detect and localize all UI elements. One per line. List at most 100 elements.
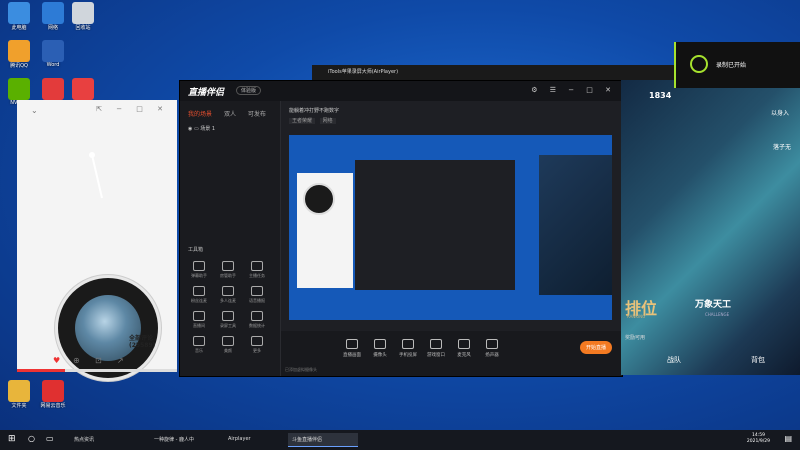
task-view-icon[interactable]: ▭ <box>46 434 54 443</box>
toolbar-label: 手机投屏 <box>399 353 417 358</box>
toolbar-button[interactable]: 麦克风 <box>449 339 479 358</box>
toolbar-icon <box>458 339 470 349</box>
toolbar-label: 摄像头 <box>373 353 387 358</box>
toolbar-button[interactable]: 游戏窗口 <box>421 339 451 358</box>
progress-bar[interactable] <box>17 369 177 372</box>
desktop-icon[interactable]: 文件夹 <box>2 380 36 409</box>
tool-item[interactable]: 粉丝连麦 <box>185 286 213 308</box>
start-live-button[interactable]: 开始直播 <box>579 341 612 354</box>
tool-icon <box>251 311 263 321</box>
desktop-icon[interactable]: 网络 <box>36 2 70 31</box>
desktop-icon[interactable]: 回收站 <box>66 2 100 31</box>
stream-preview[interactable] <box>289 135 612 320</box>
album-cover <box>75 295 141 361</box>
bottom-toolbar: 开始直播 已添加虚拟摄像头 直播画面 摄像头 手机投屏 游戏窗口 麦克风 扬声器 <box>281 331 622 376</box>
taskbar-item[interactable]: Airplayer <box>224 433 288 447</box>
app-icon <box>8 78 30 100</box>
status-text: 已添加虚拟摄像头 <box>285 367 317 372</box>
toolbar-button[interactable]: 直播画面 <box>337 339 367 358</box>
tool-item[interactable]: 主播任务 <box>243 261 271 283</box>
tool-icon <box>251 261 263 271</box>
tool-icon <box>222 261 234 271</box>
music-topbar: ⌄ ⇱ − □ ✕ <box>17 100 177 122</box>
search-icon[interactable]: ○ <box>28 434 35 443</box>
tool-item[interactable]: 数据统计 <box>243 311 271 333</box>
record-icon <box>690 55 708 73</box>
toolbar-label: 麦克风 <box>457 353 471 358</box>
taskbar-clock[interactable]: 14:59 2021/9/29 <box>747 433 770 445</box>
music-player-window[interactable]: ⌄ ⇱ − □ ✕ 全部评论(25589) ♥ ⊕ ⊡ ↗ <box>17 100 177 381</box>
toolbar-button[interactable]: 扬声器 <box>477 339 507 358</box>
tool-icon <box>222 336 234 346</box>
windows-start-icon[interactable]: ⊞ <box>8 434 16 444</box>
window-controls[interactable]: ⚙ ☰ − □ ✕ <box>531 86 616 94</box>
tool-item[interactable]: 录屏工具 <box>214 311 242 333</box>
tool-icon <box>193 336 205 346</box>
desktop-icon[interactable]: Word <box>36 40 70 68</box>
desktop-icon[interactable]: 腾讯QQ <box>2 40 36 69</box>
tab-my-scene[interactable]: 我的场景 <box>188 111 212 118</box>
left-panel: 我的场景 双人 可发布 ◉ ▭ 场景 1 工具箱 弹幕助手 房管助手 主播任务粉丝连… <box>180 101 281 376</box>
heart-icon[interactable]: ♥ <box>53 356 60 365</box>
tag-network[interactable]: 网络 <box>319 118 336 124</box>
ranked-sub: RANKING <box>627 314 646 319</box>
toolbar-button[interactable]: 摄像头 <box>365 339 395 358</box>
stream-title[interactable]: 能躺着冲打野不跑数字 <box>289 107 339 114</box>
app-icon <box>42 380 64 402</box>
taskbar-item[interactable]: 热点资讯 <box>70 433 140 447</box>
app-icon <box>8 2 30 24</box>
tab-publish[interactable]: 可发布 <box>248 111 266 118</box>
window-controls[interactable]: ⇱ − □ ✕ <box>96 105 169 113</box>
tool-item[interactable]: 美颜 <box>214 336 242 358</box>
live-companion-window[interactable]: 直播伴侣 体验版 ⚙ ☰ − □ ✕ 我的场景 双人 可发布 ◉ ▭ 场景 1 … <box>179 80 623 377</box>
team-button[interactable]: 战队 <box>667 355 681 365</box>
game-tag-name: 落子无 <box>773 144 792 151</box>
tool-item[interactable]: 弹幕助手 <box>185 261 213 283</box>
comment-icon[interactable]: ⊡ <box>95 356 102 365</box>
app-icon <box>72 2 94 24</box>
bonus-text: 奖励可用 <box>625 335 646 341</box>
tool-item[interactable]: 音乐 <box>185 336 213 358</box>
share-icon[interactable]: ↗ <box>117 356 124 365</box>
tool-item[interactable]: 直播间 <box>185 311 213 333</box>
toolbar-icon <box>346 339 358 349</box>
preview-disc <box>303 183 335 215</box>
tool-item[interactable]: 更多 <box>243 336 271 358</box>
comments-count[interactable]: 全部评论(25589) <box>129 333 177 349</box>
game-mirror[interactable]: 1834 以身入 落子无 排位 RANKING 万象天工 CHALLENGE 奖… <box>621 80 800 375</box>
tool-label: 直播间 <box>193 323 205 328</box>
tool-icon <box>222 286 234 296</box>
toolbar-button[interactable]: 手机投屏 <box>393 339 423 358</box>
recording-notification[interactable]: 录制已开始 <box>674 42 800 88</box>
game-score: 1834 <box>649 91 672 100</box>
tool-icon <box>251 286 263 296</box>
tool-item[interactable]: 多人连麦 <box>214 286 242 308</box>
app-icon <box>72 78 94 100</box>
tools-header: 工具箱 <box>188 247 204 253</box>
desktop-icon-label: 文件夹 <box>11 403 27 409</box>
notification-center-icon[interactable]: ▤ <box>784 434 792 443</box>
tool-label: 录屏工具 <box>220 323 236 328</box>
main-panel: 能躺着冲打野不跑数字 王者荣耀 网络 开始直播 已添加虚拟摄像头 直播画面 摄像头… <box>281 101 622 376</box>
tag-game[interactable]: 王者荣耀 <box>289 118 316 124</box>
eye-icon[interactable]: ◉ ▭ <box>188 126 200 132</box>
bag-button[interactable]: 背包 <box>751 355 765 365</box>
tonearm <box>89 152 103 199</box>
taskbar-item[interactable]: 一种旋律 - 鹿人中 <box>150 433 220 447</box>
toolbar-icon <box>486 339 498 349</box>
wanxiang-button[interactable]: 万象天工 <box>695 297 731 310</box>
download-icon[interactable]: ⊕ <box>73 356 80 365</box>
taskbar-item[interactable]: 斗鱼直播伴侣 <box>288 433 358 447</box>
airplayer-titlebar[interactable]: iTools苹果录屏大师(AirPlayer) <box>312 65 678 80</box>
tool-icon <box>193 261 205 271</box>
tool-item[interactable]: 语音播报 <box>243 286 271 308</box>
desktop-icon[interactable]: 此电脑 <box>2 2 36 31</box>
desktop-icon[interactable]: 网易云音乐 <box>36 380 70 409</box>
tool-label: 房管助手 <box>220 273 236 278</box>
tab-dual[interactable]: 双人 <box>224 111 236 118</box>
tool-item[interactable]: 房管助手 <box>214 261 242 283</box>
scene-item[interactable]: ◉ ▭ 场景 1 <box>188 125 215 132</box>
scene-tabs[interactable]: 我的场景 双人 可发布 <box>188 109 276 118</box>
tool-label: 粉丝连麦 <box>191 298 207 303</box>
chevron-down-icon[interactable]: ⌄ <box>31 106 38 115</box>
